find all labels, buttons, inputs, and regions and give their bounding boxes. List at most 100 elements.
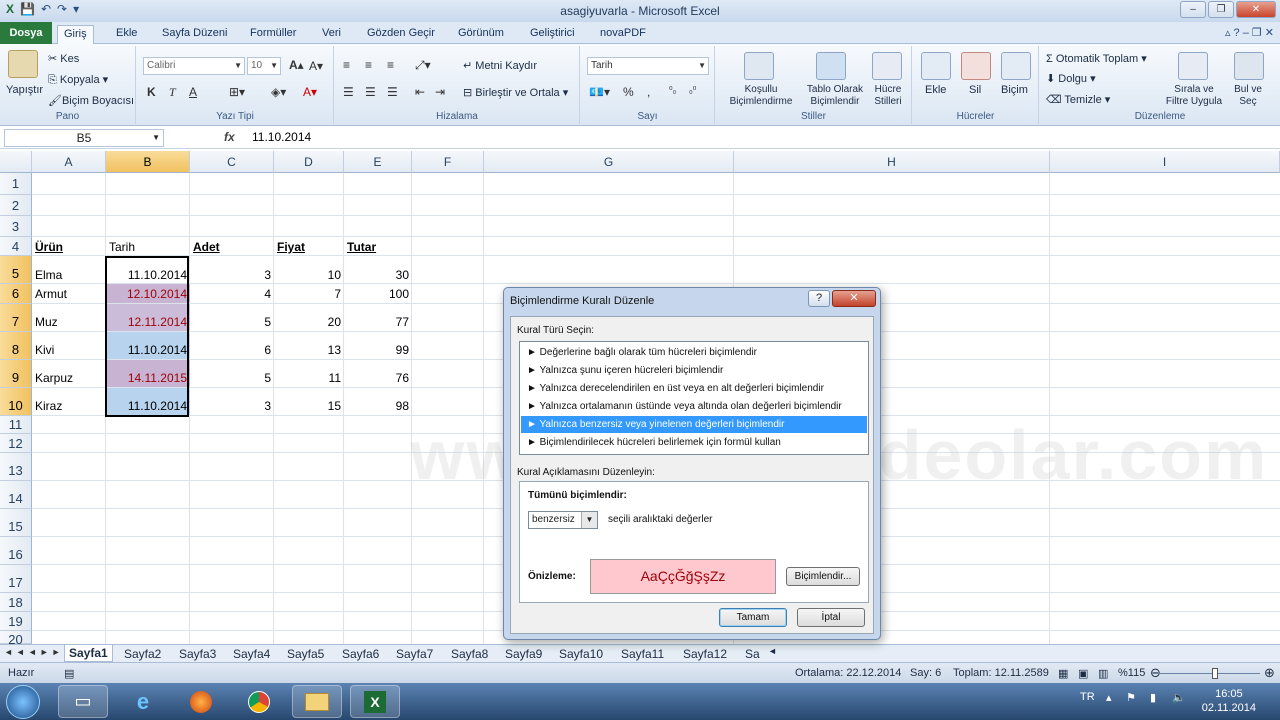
page-break-view-icon[interactable]: ▥ bbox=[1098, 667, 1108, 680]
tray-arrow-icon[interactable]: ▴ bbox=[1106, 691, 1112, 704]
column-header-f[interactable]: F bbox=[412, 151, 484, 173]
format-cells-button[interactable]: Biçim bbox=[1001, 84, 1028, 96]
align-right-icon[interactable]: ☰ bbox=[387, 85, 398, 99]
orientation-icon[interactable]: ⤢▾ bbox=[415, 58, 431, 73]
row-header-10[interactable]: 10 bbox=[0, 388, 32, 416]
unique-duplicate-select[interactable]: benzersiz ▼ bbox=[528, 511, 598, 529]
fill-button[interactable]: ⬇ Dolgu ▾ bbox=[1046, 72, 1096, 85]
currency-icon[interactable]: 💶▾ bbox=[589, 85, 610, 99]
find-select-button[interactable]: Bul ve Seç bbox=[1226, 84, 1270, 108]
zoom-in-icon[interactable]: ⊕ bbox=[1264, 665, 1275, 681]
format-as-table-button[interactable]: Tablo Olarak Biçimlendir bbox=[800, 84, 870, 108]
sheet-tab-11[interactable]: Sayfa11 bbox=[621, 647, 664, 661]
delete-cells-button[interactable]: Sil bbox=[969, 84, 981, 96]
table-cell[interactable]: 13 bbox=[274, 343, 344, 357]
sheet-tab-13[interactable]: Sa bbox=[745, 647, 760, 661]
tab-insert[interactable]: Ekle bbox=[110, 25, 143, 44]
column-header-e[interactable]: E bbox=[344, 151, 412, 173]
font-color-icon[interactable]: A▾ bbox=[303, 85, 317, 99]
table-cell[interactable]: 30 bbox=[344, 268, 412, 282]
rule-type-item[interactable]: ► Yalnızca şunu içeren hücreleri biçimle… bbox=[521, 362, 867, 379]
row-header-12[interactable]: 12 bbox=[0, 434, 32, 453]
rule-type-item[interactable]: ► Değerlerine bağlı olarak tüm hücreleri… bbox=[521, 344, 867, 361]
sort-filter-button[interactable]: Sırala ve Filtre Uygula bbox=[1164, 84, 1224, 108]
clear-button[interactable]: ⌫ Temizle ▾ bbox=[1046, 93, 1110, 106]
table-cell[interactable]: 99 bbox=[344, 343, 412, 357]
table-cell[interactable]: 5 bbox=[190, 371, 274, 385]
table-cell[interactable]: 20 bbox=[274, 315, 344, 329]
zoom-slider-thumb[interactable] bbox=[1212, 668, 1218, 679]
sheet-tab-1[interactable]: Sayfa1 bbox=[64, 645, 113, 662]
tab-novapdf[interactable]: novaPDF bbox=[594, 25, 652, 44]
grow-font-icon[interactable]: A▴ bbox=[289, 58, 304, 72]
maximize-button[interactable]: ❐ bbox=[1208, 1, 1234, 18]
sheet-tab-7[interactable]: Sayfa7 bbox=[396, 647, 433, 661]
header-cell-total[interactable]: Tutar bbox=[344, 240, 379, 254]
header-cell-date[interactable]: Tarih bbox=[106, 240, 138, 254]
ok-button[interactable]: Tamam bbox=[719, 608, 787, 627]
tab-file[interactable]: Dosya bbox=[0, 22, 52, 44]
comma-style-icon[interactable]: , bbox=[647, 85, 650, 99]
table-cell[interactable]: Armut bbox=[32, 287, 70, 301]
font-size-combo[interactable]: 10 ▼ bbox=[247, 57, 281, 75]
row-header-14[interactable]: 14 bbox=[0, 481, 32, 509]
row-header-6[interactable]: 6 bbox=[0, 284, 32, 304]
sheet-tab-6[interactable]: Sayfa6 bbox=[342, 647, 379, 661]
table-cell[interactable]: 5 bbox=[190, 315, 274, 329]
volume-icon[interactable]: 🔈 bbox=[1172, 691, 1186, 704]
row-header-3[interactable]: 3 bbox=[0, 216, 32, 237]
table-cell[interactable]: Kivi bbox=[32, 343, 57, 357]
row-header-9[interactable]: 9 bbox=[0, 360, 32, 388]
tab-formulas[interactable]: Formüller bbox=[244, 25, 302, 44]
rule-type-item[interactable]: ► Yalnızca ortalamanın üstünde veya altı… bbox=[521, 398, 867, 415]
cell-styles-button[interactable]: Hücre Stilleri bbox=[866, 84, 910, 108]
table-cell[interactable]: 3 bbox=[190, 399, 274, 413]
cut-button[interactable]: ✂ Kes bbox=[48, 52, 79, 65]
rule-type-item[interactable]: ► Biçimlendirilecek hücreleri belirlemek… bbox=[521, 434, 867, 451]
sheet-tab-5[interactable]: Sayfa5 bbox=[287, 647, 324, 661]
ribbon-window-controls[interactable]: ▵ ? – ❐ ✕ bbox=[1225, 26, 1274, 39]
table-cell[interactable]: 98 bbox=[344, 399, 412, 413]
column-header-g[interactable]: G bbox=[484, 151, 734, 173]
decrease-indent-icon[interactable]: ⇤ bbox=[415, 85, 425, 99]
increase-indent-icon[interactable]: ⇥ bbox=[435, 85, 445, 99]
underline-icon[interactable]: A bbox=[189, 85, 197, 99]
table-cell[interactable]: 100 bbox=[344, 287, 412, 301]
tab-home[interactable]: Giriş bbox=[57, 25, 94, 44]
flag-icon[interactable]: ⚑ bbox=[1126, 691, 1136, 704]
start-button-icon[interactable] bbox=[6, 685, 40, 719]
row-header-16[interactable]: 16 bbox=[0, 537, 32, 565]
macro-record-icon[interactable]: ▤ bbox=[64, 667, 74, 680]
network-icon[interactable]: ▮ bbox=[1150, 691, 1156, 704]
row-header-4[interactable]: 4 bbox=[0, 237, 32, 256]
minimize-button[interactable]: – bbox=[1180, 1, 1206, 18]
rule-type-item[interactable]: ► Yalnızca derecelendirilen en üst veya … bbox=[521, 380, 867, 397]
column-header-a[interactable]: A bbox=[32, 151, 106, 173]
internet-explorer-icon[interactable]: e bbox=[118, 685, 168, 718]
insert-function-icon[interactable]: fx bbox=[224, 130, 235, 144]
row-header-8[interactable]: 8 bbox=[0, 332, 32, 360]
file-explorer-icon[interactable] bbox=[292, 685, 342, 718]
autosum-button[interactable]: Σ Otomatik Toplam ▾ bbox=[1046, 52, 1147, 65]
close-button[interactable]: ✕ bbox=[1236, 1, 1276, 18]
name-box[interactable]: B5 ▼ bbox=[4, 129, 164, 147]
header-cell-product[interactable]: Ürün bbox=[32, 240, 66, 254]
tab-data[interactable]: Veri bbox=[316, 25, 347, 44]
row-header-13[interactable]: 13 bbox=[0, 453, 32, 481]
language-indicator[interactable]: TR bbox=[1080, 691, 1095, 703]
sheet-tab-4[interactable]: Sayfa4 bbox=[233, 647, 270, 661]
zoom-level[interactable]: %115 bbox=[1118, 667, 1145, 679]
row-header-19[interactable]: 19 bbox=[0, 612, 32, 631]
row-header-2[interactable]: 2 bbox=[0, 195, 32, 216]
font-name-combo[interactable]: Calibri ▼ bbox=[143, 57, 245, 75]
chrome-icon[interactable] bbox=[234, 685, 284, 718]
table-cell[interactable]: 77 bbox=[344, 315, 412, 329]
clock[interactable]: 16:05 02.11.2014 bbox=[1202, 687, 1256, 715]
tab-developer[interactable]: Geliştirici bbox=[524, 25, 581, 44]
paste-button[interactable]: Yapıştır bbox=[6, 84, 43, 96]
zoom-slider-track[interactable] bbox=[1160, 673, 1260, 674]
table-cell[interactable]: 15 bbox=[274, 399, 344, 413]
normal-view-icon[interactable]: ▦ bbox=[1058, 667, 1068, 680]
wrap-text-button[interactable]: ↵ Metni Kaydır bbox=[463, 59, 537, 72]
table-cell[interactable]: 4 bbox=[190, 287, 274, 301]
